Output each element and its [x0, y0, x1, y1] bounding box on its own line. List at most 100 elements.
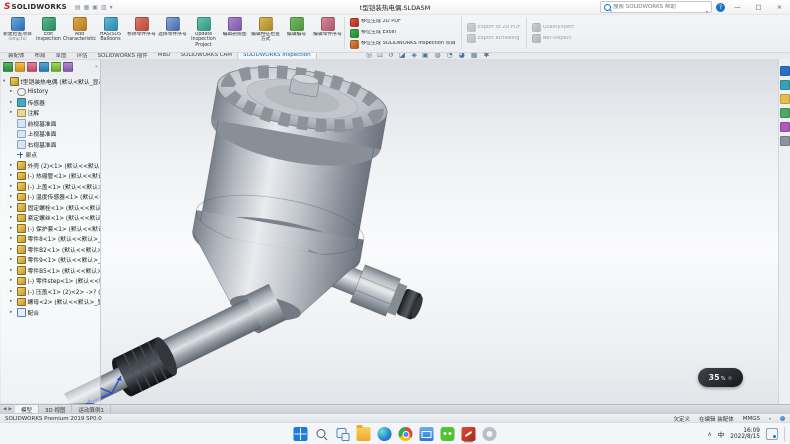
expand-arrow-icon[interactable]: ▾	[3, 79, 8, 84]
notification-icon[interactable]	[766, 428, 778, 440]
tree-item[interactable]: 右视基准面	[1, 139, 100, 150]
ribbon-menu-button[interactable]: Export eDrawing	[467, 34, 521, 43]
ribbon-menu-button[interactable]: Export to 2D PDF	[467, 23, 521, 32]
file-explorer-icon[interactable]	[780, 94, 790, 104]
print-icon[interactable]: ▥	[101, 4, 107, 11]
ribbon-menu-button[interactable]: QualityXpert	[532, 23, 575, 32]
expand-arrow-icon[interactable]: ▸	[10, 100, 15, 105]
wechat-button[interactable]	[441, 427, 455, 441]
graphics-viewport[interactable]: » ▾ t型铠装热电偶 (默认<默认_显示状态-1 ▸ History	[0, 59, 790, 404]
ribbon-menu-button[interactable]: 移位生成 SOLIDWORKS Inspection 项目	[350, 40, 456, 49]
ribbon-button[interactable]: 编辑剖视图	[219, 15, 250, 51]
taskbar-clock[interactable]: 16:09 2022/8/15	[730, 428, 760, 441]
new-file-icon[interactable]: ▤	[75, 4, 81, 11]
search-input[interactable]	[613, 4, 704, 10]
custom-properties-icon[interactable]	[780, 136, 790, 146]
tree-item[interactable]: ▸ (-) 温度传感器<1> (默认<<默认	[1, 192, 100, 203]
tree-item[interactable]: ▸ 紧定螺丝<1> (默认<<默认>_显	[1, 213, 100, 224]
settings-button[interactable]	[483, 427, 497, 441]
expand-arrow-icon[interactable]: ▸	[10, 89, 15, 94]
ribbon-button[interactable]: 选择零件序号	[157, 15, 188, 51]
open-file-icon[interactable]: ▦	[84, 4, 90, 11]
design-library-icon[interactable]	[780, 80, 790, 90]
chevron-down-icon[interactable]	[769, 416, 771, 422]
tree-item[interactable]: ▸ (-) 保护套<1> (默认<<默认>_显	[1, 223, 100, 234]
tree-item[interactable]: ▸ (-) 上盖<1> (默认<<默认>_显示	[1, 181, 100, 192]
expand-arrow-icon[interactable]: ▸	[10, 268, 15, 273]
tree-item[interactable]: ▸ (-) 压盖<1> (2)<2> ->? (默认<<默	[1, 286, 100, 297]
file-explorer-button[interactable]	[357, 427, 371, 441]
tree-item[interactable]: ▾ t型铠装热电偶 (默认<默认_显示状态-1	[1, 76, 100, 87]
tree-item[interactable]: ▸ 固定螺栓<1> (默认<<默认>_显示状	[1, 202, 100, 213]
expand-arrow-icon[interactable]: ▸	[10, 194, 15, 199]
mail-button[interactable]	[420, 427, 434, 441]
search-button[interactable]	[315, 427, 329, 441]
show-desktop-button[interactable]	[784, 427, 786, 441]
tree-item[interactable]: ▸ 零件B5<1> (默认<<默认>_显	[1, 265, 100, 276]
tree-item[interactable]: ▸ 传感器	[1, 97, 100, 108]
expand-arrow-icon[interactable]: ▸	[10, 247, 15, 252]
tree-item[interactable]: ▸ 零件8<1> (默认<<默认>_显示状	[1, 234, 100, 245]
ribbon-button[interactable]: 新建检查项目 (emp.fx)	[2, 15, 33, 51]
start-button[interactable]	[294, 427, 308, 441]
minimize-button[interactable]: —	[729, 1, 746, 14]
thermocouple-head[interactable]	[179, 59, 462, 346]
tree-item[interactable]: 前视基准面	[1, 118, 100, 129]
expand-arrow-icon[interactable]: ▸	[10, 257, 15, 262]
ribbon-button[interactable]: 移除零件序号	[126, 15, 157, 51]
expand-arrow-icon[interactable]: ▸	[10, 310, 15, 315]
featuremanager-tab-icon[interactable]	[3, 62, 13, 72]
ribbon-button[interactable]: 编辑编号	[281, 15, 312, 51]
maximize-button[interactable]: □	[750, 1, 767, 14]
battery-indicator-widget[interactable]: 35 %	[698, 368, 743, 387]
tree-item[interactable]: ▸ 零件9<1> (默认<<默认>_显示	[1, 255, 100, 266]
configurationmanager-tab-icon[interactable]	[27, 62, 37, 72]
tree-item[interactable]: ▸ 配合	[1, 307, 100, 318]
tree-item[interactable]: 上视基准面	[1, 129, 100, 140]
expand-arrow-icon[interactable]: ▸	[10, 110, 15, 115]
ribbon-button[interactable]: HAS/SUS Balloons	[95, 15, 126, 51]
units-selector[interactable]: MMGS	[743, 416, 760, 422]
appearances-icon[interactable]	[780, 122, 790, 132]
ribbon-menu-button[interactable]: 移位生成 Excel	[350, 29, 456, 38]
expand-arrow-icon[interactable]: ▸	[10, 205, 15, 210]
expand-arrow-icon[interactable]: ▸	[10, 215, 15, 220]
tab-scroll-left-icon[interactable]: ◀	[3, 407, 6, 412]
propertymanager-tab-icon[interactable]	[15, 62, 25, 72]
model-3d[interactable]	[0, 59, 790, 404]
close-button[interactable]: ×	[771, 1, 788, 14]
tree-item[interactable]: ▸ History	[1, 87, 100, 98]
expand-arrow-icon[interactable]: ▸	[10, 184, 15, 189]
tree-item[interactable]: 原点	[1, 150, 100, 161]
expand-arrow-icon[interactable]: ▸	[10, 289, 15, 294]
help-search-box[interactable]	[600, 1, 712, 13]
view-palette-icon[interactable]	[780, 108, 790, 118]
dimxpertmanager-tab-icon[interactable]	[39, 62, 49, 72]
tree-item[interactable]: ▸ 螺母<2> (默认<<默认>_显示状	[1, 297, 100, 308]
ribbon-button[interactable]: Add Characteristic	[64, 15, 95, 51]
panel-collapse-icon[interactable]: »	[95, 64, 98, 70]
help-button[interactable]: ?	[716, 3, 725, 12]
tree-item[interactable]: ▸ 注解	[1, 108, 100, 119]
task-view-button[interactable]	[336, 427, 350, 441]
expand-arrow-icon[interactable]: ▸	[10, 163, 15, 168]
tree-item[interactable]: ▸ (-) 零件step<1> (默认<<默认	[1, 276, 100, 287]
save-icon[interactable]: ▣	[92, 4, 98, 11]
solidworks-button[interactable]	[462, 427, 476, 441]
edge-button[interactable]	[378, 427, 392, 441]
tab-scroll-right-icon[interactable]: ▶	[8, 407, 11, 412]
tree-item[interactable]: ▸ (-) 热缩管<1> (默认<<默认>_显	[1, 171, 100, 182]
displaymanager-tab-icon[interactable]	[51, 62, 61, 72]
expand-arrow-icon[interactable]: ▸	[10, 173, 15, 178]
ribbon-button[interactable]: Update Inspection Project	[188, 15, 219, 51]
ribbon-button[interactable]: Edit Inspection	[33, 15, 64, 51]
expand-arrow-icon[interactable]: ▸	[10, 278, 15, 283]
tray-chevron-icon[interactable]: ∧	[707, 431, 711, 438]
resources-icon[interactable]	[780, 66, 790, 76]
ribbon-menu-button[interactable]: 移位生成 2D PDF	[350, 18, 456, 27]
inspection-tab-icon[interactable]	[63, 62, 73, 72]
ribbon-menu-button[interactable]: Net-Inspect	[532, 34, 575, 43]
expand-arrow-icon[interactable]: ▸	[10, 236, 15, 241]
ime-indicator[interactable]: 中	[718, 429, 725, 439]
expand-arrow-icon[interactable]: ▸	[10, 226, 15, 231]
